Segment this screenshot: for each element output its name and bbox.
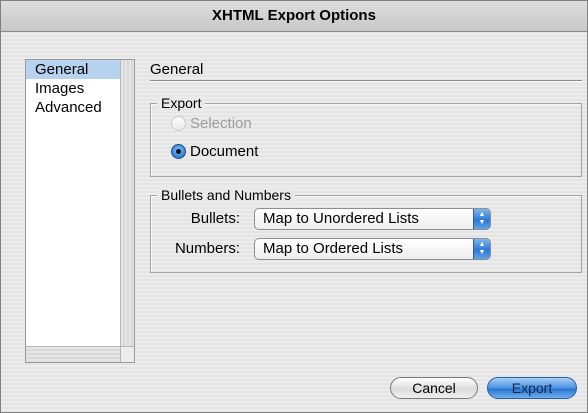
radio-unselected-icon (171, 115, 186, 131)
updown-arrows-icon: ▲ ▼ (473, 239, 490, 259)
export-groupbox: Export Selection Document (150, 94, 582, 177)
export-group-title: Export (157, 94, 206, 112)
radio-selected-icon[interactable] (171, 143, 186, 159)
numbers-popup[interactable]: Map to Ordered Lists ▲ ▼ (254, 238, 491, 260)
radio-option-document[interactable]: Document (171, 142, 258, 162)
sidebar-item-general[interactable]: General (26, 60, 122, 79)
updown-arrows-icon: ▲ ▼ (473, 209, 490, 229)
xhtml-export-options-dialog: XHTML Export Options General Images Adva… (0, 0, 588, 413)
numbers-popup-value: Map to Ordered Lists (263, 240, 404, 257)
bullets-label: Bullets: (190, 210, 240, 227)
dialog-title: XHTML Export Options (1, 1, 587, 32)
bullets-group-title: Bullets and Numbers (157, 186, 295, 204)
section-title: General (150, 61, 204, 78)
category-list: General Images Advanced (26, 60, 122, 346)
sidebar-horizontal-scrollbar[interactable] (26, 346, 122, 362)
section-divider (150, 80, 582, 82)
numbers-label: Numbers: (174, 240, 240, 257)
bullets-and-numbers-groupbox: Bullets and Numbers Bullets: Map to Unor… (150, 186, 582, 273)
selection-label: Selection (190, 115, 252, 132)
sidebar-item-images[interactable]: Images (26, 79, 122, 98)
bullets-popup[interactable]: Map to Unordered Lists ▲ ▼ (254, 208, 491, 230)
export-button[interactable]: Export (487, 377, 577, 399)
radio-option-selection: Selection (171, 114, 252, 134)
cancel-button[interactable]: Cancel (390, 377, 478, 399)
sidebar-item-advanced[interactable]: Advanced (26, 98, 122, 117)
sidebar-vertical-scrollbar[interactable] (120, 60, 134, 346)
bullets-popup-value: Map to Unordered Lists (263, 210, 419, 227)
category-sidebar: General Images Advanced (25, 59, 135, 363)
document-label[interactable]: Document (190, 143, 258, 160)
scrollbar-corner (120, 346, 134, 362)
